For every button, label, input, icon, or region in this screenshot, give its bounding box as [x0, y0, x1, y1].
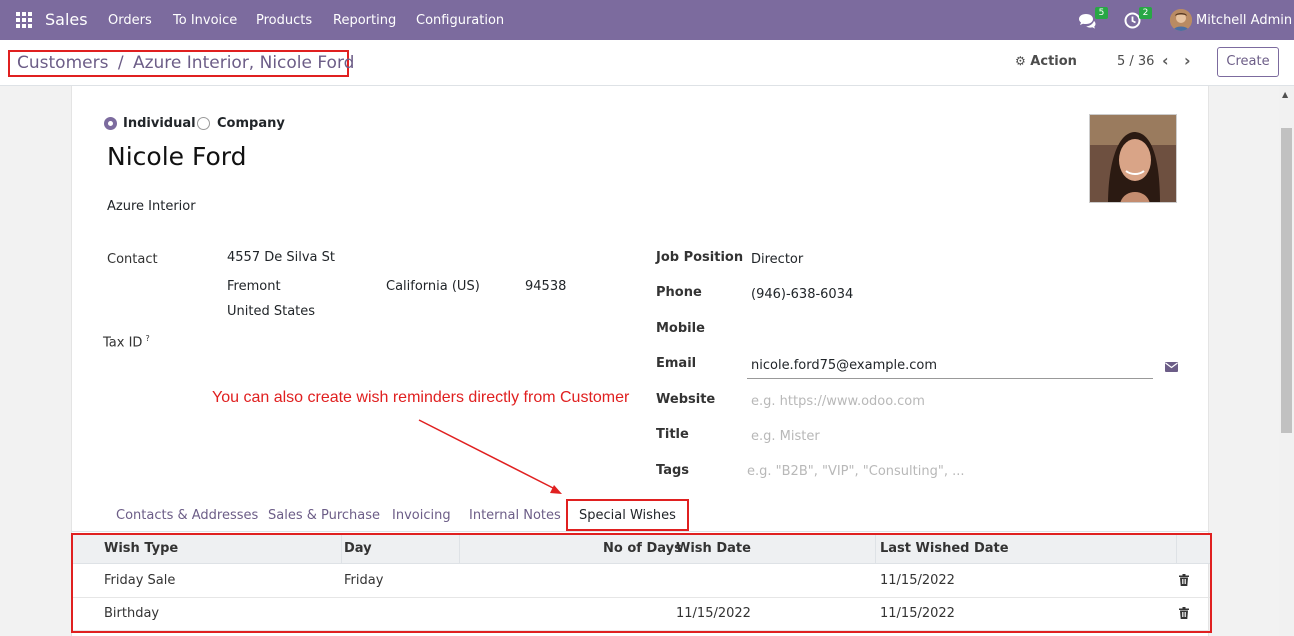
country-field[interactable]: United States: [227, 304, 315, 319]
menu-configuration[interactable]: Configuration: [416, 13, 504, 28]
last-wished-date-cell[interactable]: 11/15/2022: [880, 606, 955, 621]
day-cell[interactable]: Friday: [344, 573, 383, 588]
mobile-label: Mobile: [656, 321, 705, 336]
pager-value[interactable]: 5 / 36: [1117, 54, 1154, 69]
action-menu-button[interactable]: ⚙ Action: [1015, 54, 1077, 69]
email-field-underline: [747, 378, 1153, 379]
menu-products[interactable]: Products: [256, 13, 312, 28]
trash-icon[interactable]: [1179, 607, 1189, 619]
partner-photo[interactable]: [1089, 114, 1177, 203]
breadcrumb: Customers / Azure Interior, Nicole Ford: [8, 50, 354, 77]
user-name[interactable]: Mitchell Admin: [1196, 13, 1292, 28]
contact-label: Contact: [107, 252, 158, 267]
state-field[interactable]: California (US): [386, 279, 480, 294]
job-position-label: Job Position: [656, 250, 744, 265]
app-name[interactable]: Sales: [45, 10, 88, 29]
menu-to-invoice[interactable]: To Invoice: [173, 13, 237, 28]
title-field[interactable]: e.g. Mister: [751, 429, 820, 444]
company-label[interactable]: Company: [217, 116, 285, 131]
breadcrumb-current: Azure Interior, Nicole Ford: [132, 53, 355, 73]
phone-field[interactable]: (946)-638-6034: [751, 287, 853, 302]
annotation-text: You can also create wish reminders direc…: [212, 389, 630, 406]
gear-icon: ⚙: [1015, 54, 1026, 68]
email-label: Email: [656, 356, 697, 371]
company-radio[interactable]: [197, 117, 210, 130]
table-header: Wish Type Day No of Days Wish Date Last …: [73, 535, 1210, 564]
tab-special-wishes[interactable]: Special Wishes: [566, 499, 689, 531]
breadcrumb-parent[interactable]: Customers: [17, 53, 108, 73]
pager-previous-icon[interactable]: ‹: [1162, 51, 1169, 70]
apps-menu-icon[interactable]: [16, 12, 32, 28]
tab-contacts-addresses[interactable]: Contacts & Addresses: [116, 508, 258, 523]
tags-label: Tags: [656, 463, 690, 478]
street-field[interactable]: 4557 De Silva St: [227, 250, 335, 265]
wish-type-cell[interactable]: Birthday: [104, 606, 159, 621]
menu-orders[interactable]: Orders: [108, 13, 152, 28]
page-scrollbar[interactable]: ▲: [1279, 86, 1294, 636]
messages-count-badge: 5: [1095, 7, 1108, 19]
top-navbar: Sales Orders To Invoice Products Reporti…: [0, 0, 1294, 40]
table-row[interactable]: Friday Sale Friday 11/15/2022: [73, 565, 1210, 598]
partner-name[interactable]: Nicole Ford: [107, 142, 246, 171]
control-panel: Customers / Azure Interior, Nicole Ford …: [0, 40, 1294, 86]
tabs-divider: [72, 531, 1210, 532]
website-field[interactable]: e.g. https://www.odoo.com: [751, 394, 925, 409]
form-sheet: Individual Company Nicole Ford Azure Int…: [71, 86, 1212, 636]
column-wish-type[interactable]: Wish Type: [104, 541, 178, 556]
tax-id-label: Tax ID?: [103, 334, 150, 351]
wish-type-cell[interactable]: Friday Sale: [104, 573, 175, 588]
tax-id-help-icon[interactable]: ?: [145, 334, 149, 343]
trash-icon[interactable]: [1179, 574, 1189, 586]
activities-count-badge: 2: [1139, 7, 1152, 19]
scrollbar-thumb[interactable]: [1281, 128, 1292, 433]
menu-reporting[interactable]: Reporting: [333, 13, 396, 28]
last-wished-date-cell[interactable]: 11/15/2022: [880, 573, 955, 588]
parent-company[interactable]: Azure Interior: [107, 199, 196, 214]
envelope-icon[interactable]: [1165, 362, 1178, 372]
create-button[interactable]: Create: [1217, 47, 1279, 77]
scroll-up-icon[interactable]: ▲: [1282, 90, 1288, 99]
mobile-field[interactable]: [751, 321, 1151, 339]
table-row[interactable]: Birthday 11/15/2022 11/15/2022: [73, 598, 1210, 631]
individual-label[interactable]: Individual: [123, 116, 196, 131]
chat-icon: [1079, 14, 1096, 29]
annotation-arrow-icon: [418, 419, 562, 494]
column-last-wished-date[interactable]: Last Wished Date: [880, 541, 1009, 556]
email-field[interactable]: nicole.ford75@example.com: [751, 358, 937, 373]
website-label: Website: [656, 392, 716, 407]
individual-radio[interactable]: [104, 117, 117, 130]
user-avatar[interactable]: [1170, 9, 1192, 31]
breadcrumb-separator: /: [117, 53, 124, 73]
tab-invoicing[interactable]: Invoicing: [392, 508, 451, 523]
tab-internal-notes[interactable]: Internal Notes: [469, 508, 561, 523]
job-position-field[interactable]: Director: [751, 252, 803, 267]
special-wishes-table: Wish Type Day No of Days Wish Date Last …: [71, 533, 1212, 633]
title-label: Title: [656, 427, 689, 442]
tags-field[interactable]: e.g. "B2B", "VIP", "Consulting", ...: [747, 464, 964, 479]
tab-sales-purchase[interactable]: Sales & Purchase: [268, 508, 380, 523]
column-wish-date[interactable]: Wish Date: [676, 541, 751, 556]
phone-label: Phone: [656, 285, 702, 300]
column-day[interactable]: Day: [344, 541, 372, 556]
pager-next-icon[interactable]: ›: [1184, 51, 1191, 70]
zip-field[interactable]: 94538: [525, 279, 566, 294]
city-field[interactable]: Fremont: [227, 279, 281, 294]
wish-date-cell[interactable]: 11/15/2022: [676, 606, 751, 621]
column-no-of-days[interactable]: No of Days: [603, 541, 682, 556]
